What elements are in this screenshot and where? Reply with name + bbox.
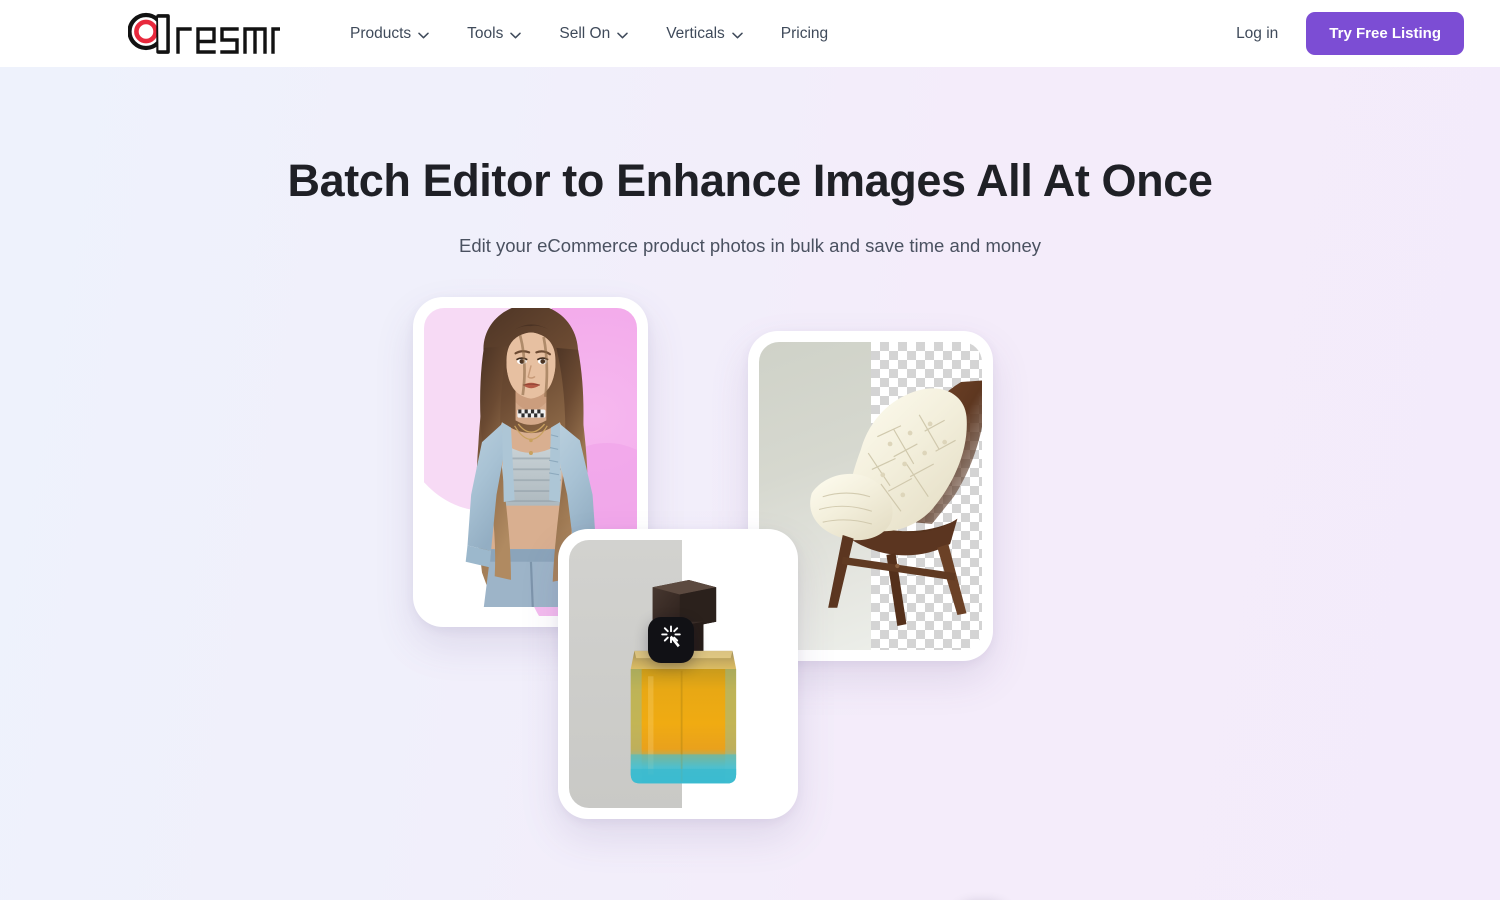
nav-item-products[interactable]: Products bbox=[348, 18, 431, 50]
brand-logo[interactable] bbox=[128, 11, 280, 57]
dresma-target-logo-icon bbox=[128, 11, 280, 57]
nav-item-verticals[interactable]: Verticals bbox=[664, 18, 745, 50]
page-subtitle: Edit your eCommerce product photos in bu… bbox=[458, 234, 1042, 256]
chevron-down-icon bbox=[617, 26, 628, 44]
page-title: Batch Editor to Enhance Images All At On… bbox=[287, 155, 1213, 206]
try-free-listing-button[interactable]: Try Free Listing bbox=[1306, 12, 1464, 55]
site-header: Products Tools Sell On Verticals Pricing bbox=[0, 0, 1500, 67]
primary-navigation: Products Tools Sell On Verticals Pricing bbox=[348, 18, 830, 50]
perfume-photo-card[interactable] bbox=[558, 528, 798, 819]
perfume-bottle-illustration bbox=[630, 579, 737, 784]
nav-item-label: Verticals bbox=[666, 24, 725, 42]
hero-image-collage bbox=[0, 269, 1500, 829]
nav-item-sell-on[interactable]: Sell On bbox=[557, 18, 630, 50]
magic-wand-badge[interactable] bbox=[648, 616, 694, 663]
nav-item-tools[interactable]: Tools bbox=[465, 18, 523, 50]
nav-item-pricing[interactable]: Pricing bbox=[779, 19, 830, 49]
chevron-down-icon bbox=[418, 26, 429, 44]
nav-item-label: Sell On bbox=[559, 24, 611, 42]
hero-section: Batch Editor to Enhance Images All At On… bbox=[0, 67, 1500, 900]
chevron-down-icon bbox=[732, 26, 743, 44]
nav-item-label: Products bbox=[350, 24, 412, 42]
login-link[interactable]: Log in bbox=[1232, 19, 1282, 49]
magic-wand-icon bbox=[658, 624, 684, 655]
chevron-down-icon bbox=[510, 26, 522, 44]
perfume-photo-inner bbox=[569, 539, 787, 808]
nav-item-label: Pricing bbox=[780, 24, 829, 42]
nav-item-label: Tools bbox=[467, 24, 504, 42]
header-actions: Log in Try Free Listing bbox=[1232, 12, 1464, 55]
